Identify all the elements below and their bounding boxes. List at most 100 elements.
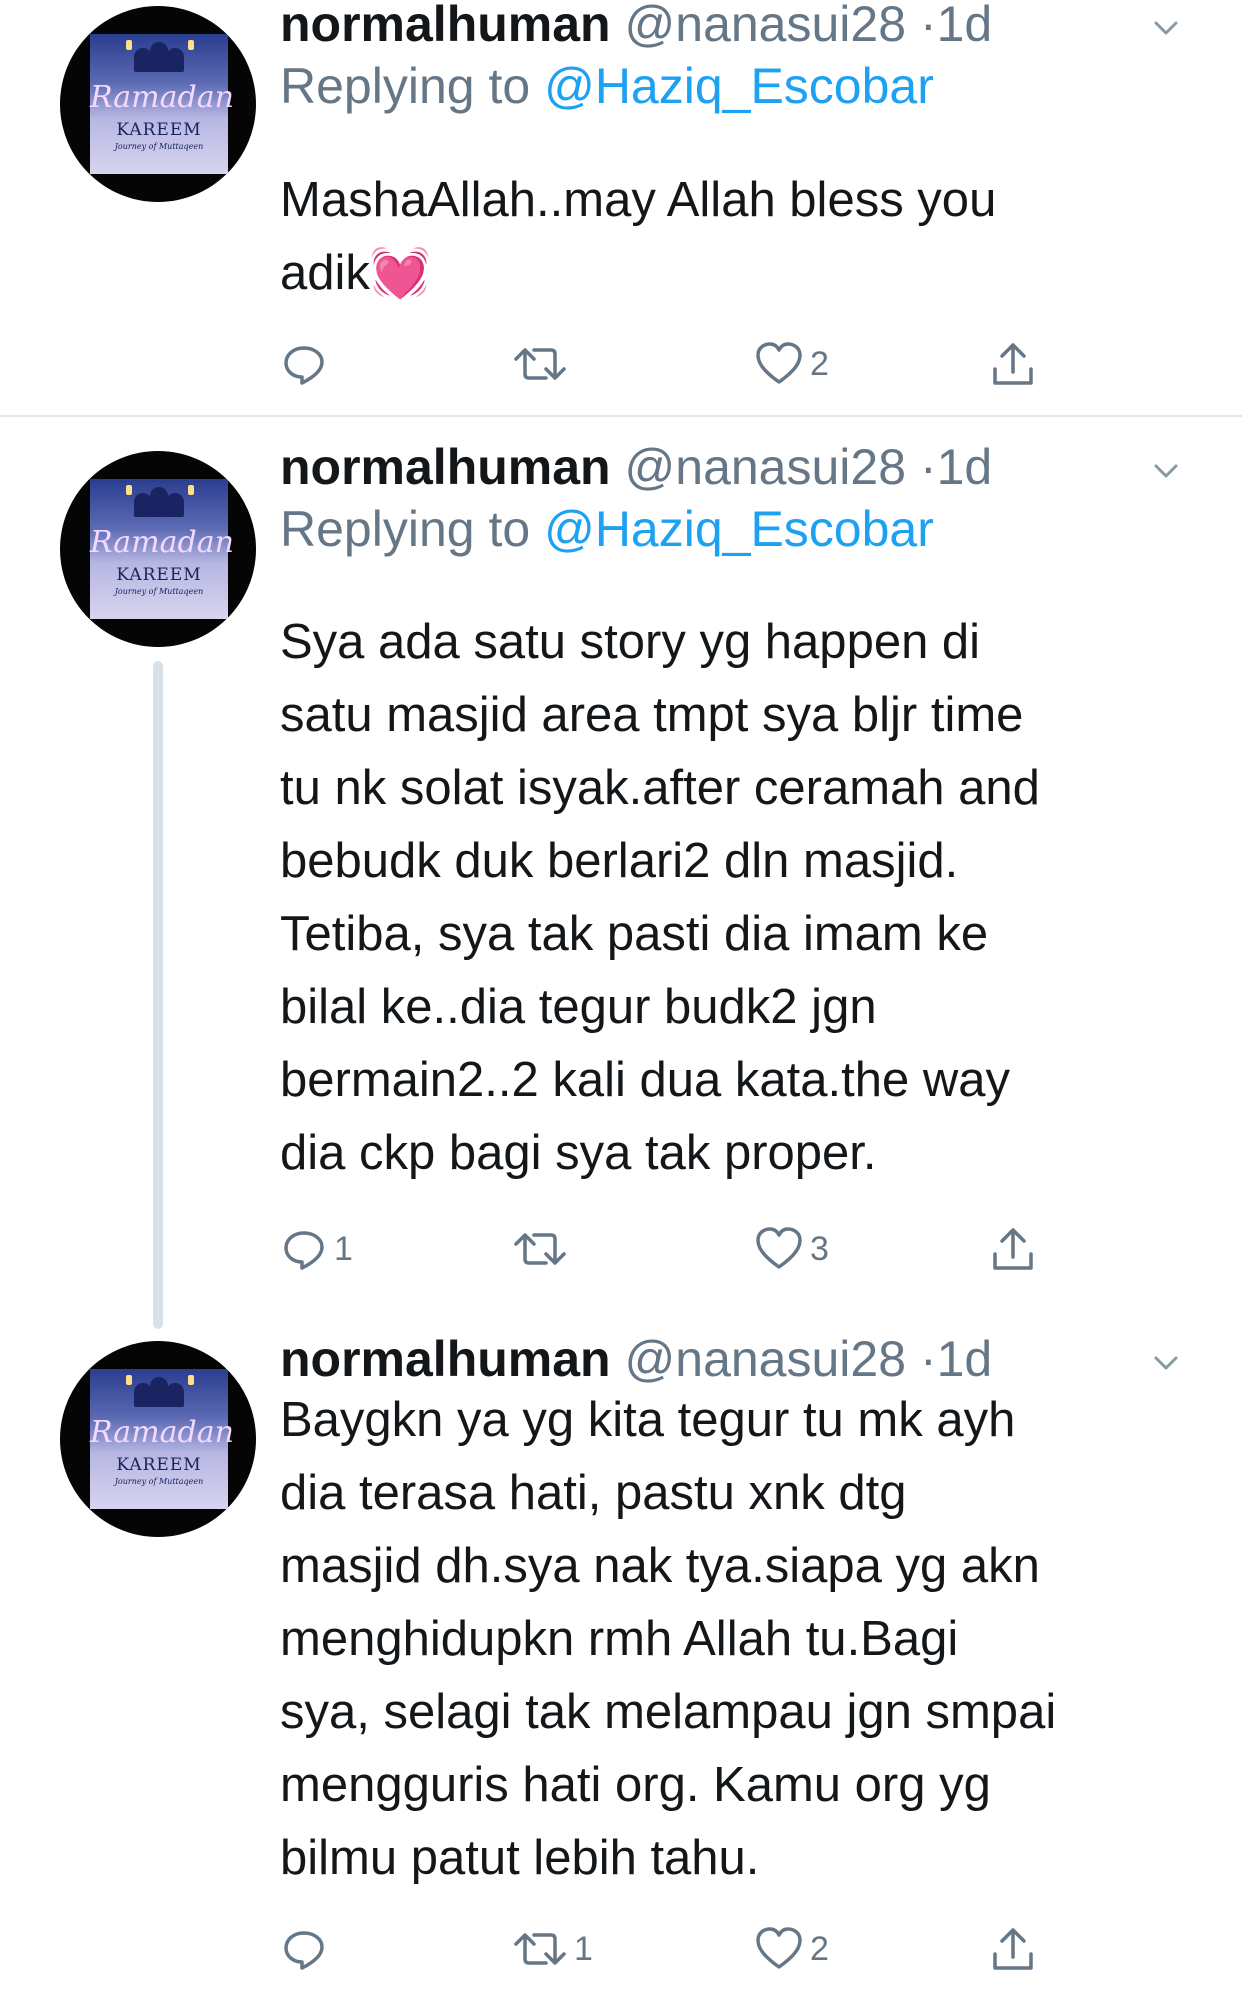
tweet-header: normalhuman @nanasui28 ·1d bbox=[280, 437, 992, 497]
reply-mention-link[interactable]: @Haziq_Escobar bbox=[544, 501, 934, 557]
avatar-script-text: Ramadan bbox=[90, 525, 234, 560]
avatar-image: Ramadan KAREEM Journey of Muttaqeen bbox=[90, 1369, 234, 1509]
reply-button[interactable] bbox=[280, 334, 334, 394]
tweet-actions: 1 2 bbox=[280, 1919, 1060, 1979]
tweet-text-line: tu nk solat isyak.after ceramah and bbox=[280, 761, 1040, 815]
avatar-title-text: KAREEM bbox=[116, 1455, 202, 1475]
tweet-text-line: MashaAllah..may Allah bless you bbox=[280, 173, 997, 227]
tweet-text: MashaAllah..may Allah bless you adik💓 bbox=[280, 164, 1210, 310]
reply-icon bbox=[284, 1231, 324, 1270]
tweet-text-line: bilmu patut lebih tahu. bbox=[280, 1831, 760, 1885]
tweet-text-line: Sya ada satu story yg happen di bbox=[280, 615, 981, 669]
retweet-button[interactable] bbox=[512, 1219, 574, 1279]
heart-icon bbox=[756, 1227, 802, 1269]
retweet-count: 1 bbox=[574, 1929, 593, 1968]
chevron-down-icon[interactable] bbox=[1148, 10, 1184, 46]
tweet-text-line: bermain2..2 kali dua kata.the way bbox=[280, 1053, 1010, 1107]
timestamp[interactable]: 1d bbox=[937, 439, 993, 495]
reply-mention-link[interactable]: @Haziq_Escobar bbox=[544, 58, 934, 114]
share-button[interactable] bbox=[988, 1219, 1038, 1279]
separator-dot: · bbox=[919, 439, 937, 495]
display-name[interactable]: normalhuman bbox=[280, 0, 611, 52]
tweet-text-line: dia ckp bagi sya tak proper. bbox=[280, 1126, 877, 1180]
tweet-text-line: dia terasa hati, pastu xnk dtg bbox=[280, 1466, 907, 1520]
replying-to-label: Replying to bbox=[280, 501, 531, 557]
avatar-title-text: KAREEM bbox=[116, 565, 202, 585]
reply-button[interactable] bbox=[280, 1919, 334, 1979]
tweet-header: normalhuman @nanasui28 ·1d bbox=[280, 1329, 992, 1389]
reply-icon bbox=[284, 1931, 324, 1970]
chevron-down-icon[interactable] bbox=[1148, 1345, 1184, 1381]
replying-to-label: Replying to bbox=[280, 58, 531, 114]
lantern-icon bbox=[126, 1375, 132, 1385]
separator-dot: · bbox=[919, 0, 937, 52]
mosque-dome-icon bbox=[166, 1383, 184, 1407]
timestamp[interactable]: 1d bbox=[937, 1331, 993, 1387]
heart-icon bbox=[756, 342, 802, 384]
tweet-header: normalhuman @nanasui28 ·1d bbox=[280, 0, 992, 54]
retweet-icon bbox=[514, 348, 566, 380]
share-button[interactable] bbox=[988, 1919, 1038, 1979]
chevron-down-icon[interactable] bbox=[1148, 453, 1184, 489]
reply-button[interactable]: 1 bbox=[280, 1219, 353, 1279]
tweet-actions: 1 3 bbox=[280, 1219, 1060, 1279]
replying-to: Replying to @Haziq_Escobar bbox=[280, 499, 934, 559]
tweet-text-line: bebudk duk berlari2 dln masjid. bbox=[280, 834, 959, 888]
mosque-dome-icon bbox=[166, 493, 184, 517]
avatar-image: Ramadan KAREEM Journey of Muttaqeen bbox=[90, 34, 234, 174]
like-button[interactable]: 2 bbox=[754, 1919, 829, 1979]
retweet-icon bbox=[514, 1233, 566, 1265]
share-icon bbox=[993, 343, 1033, 385]
user-handle[interactable]: @nanasui28 bbox=[625, 1331, 907, 1387]
tweet-text: Sya ada satu story yg happen di satu mas… bbox=[280, 606, 1210, 1190]
tweet-text-line: masjid dh.sya nak tya.siapa yg akn bbox=[280, 1539, 1040, 1593]
share-icon bbox=[993, 1928, 1033, 1970]
avatar[interactable]: Ramadan KAREEM Journey of Muttaqeen bbox=[60, 6, 256, 202]
retweet-button[interactable] bbox=[512, 334, 574, 394]
tweet-text: Baygkn ya yg kita tegur tu mk ayh dia te… bbox=[280, 1384, 1210, 1895]
avatar-subtitle-text: Journey of Muttaqeen bbox=[114, 1477, 204, 1486]
share-icon bbox=[993, 1228, 1033, 1270]
avatar[interactable]: Ramadan KAREEM Journey of Muttaqeen bbox=[60, 1341, 256, 1537]
tweet-text-line: Tetiba, sya tak pasti dia imam ke bbox=[280, 907, 989, 961]
avatar[interactable]: Ramadan KAREEM Journey of Muttaqeen bbox=[60, 451, 256, 647]
heart-icon bbox=[756, 1927, 802, 1969]
avatar-script-text: Ramadan bbox=[90, 80, 234, 115]
display-name[interactable]: normalhuman bbox=[280, 1331, 611, 1387]
reply-count: 1 bbox=[334, 1229, 353, 1268]
retweet-icon bbox=[514, 1933, 566, 1965]
like-count: 2 bbox=[810, 1929, 829, 1968]
display-name[interactable]: normalhuman bbox=[280, 439, 611, 495]
like-count: 2 bbox=[810, 344, 829, 383]
lantern-icon bbox=[126, 40, 132, 50]
tweet-text-line: sya, selagi tak melampau jgn smpai bbox=[280, 1685, 1057, 1739]
tweet-text-line: adik💓 bbox=[280, 246, 431, 300]
tweet-actions: 2 bbox=[280, 334, 1060, 394]
retweet-button[interactable]: 1 bbox=[512, 1919, 593, 1979]
like-button[interactable]: 3 bbox=[754, 1219, 829, 1279]
lantern-icon bbox=[188, 1375, 194, 1385]
avatar-image: Ramadan KAREEM Journey of Muttaqeen bbox=[90, 479, 234, 619]
thread-connector bbox=[153, 661, 163, 1329]
avatar-title-text: KAREEM bbox=[116, 120, 202, 140]
lantern-icon bbox=[188, 40, 194, 50]
like-button[interactable]: 2 bbox=[754, 334, 829, 394]
timestamp[interactable]: 1d bbox=[937, 0, 993, 52]
mosque-dome-icon bbox=[166, 48, 184, 72]
like-count: 3 bbox=[810, 1229, 829, 1268]
replying-to: Replying to @Haziq_Escobar bbox=[280, 56, 934, 116]
avatar-subtitle-text: Journey of Muttaqeen bbox=[114, 142, 204, 151]
avatar-script-text: Ramadan bbox=[90, 1415, 234, 1450]
user-handle[interactable]: @nanasui28 bbox=[625, 439, 907, 495]
share-button[interactable] bbox=[988, 334, 1038, 394]
tweet-text-line: bilal ke..dia tegur budk2 jgn bbox=[280, 980, 877, 1034]
tweet-text-line: menghidupkn rmh Allah tu.Bagi bbox=[280, 1612, 959, 1666]
tweet-text-line: satu masjid area tmpt sya bljr time bbox=[280, 688, 1024, 742]
avatar-subtitle-text: Journey of Muttaqeen bbox=[114, 587, 204, 596]
tweet-divider bbox=[0, 415, 1242, 417]
lantern-icon bbox=[188, 485, 194, 495]
separator-dot: · bbox=[919, 1331, 937, 1387]
reply-icon bbox=[284, 346, 324, 385]
tweet-text-line: Baygkn ya yg kita tegur tu mk ayh bbox=[280, 1393, 1016, 1447]
user-handle[interactable]: @nanasui28 bbox=[625, 0, 907, 52]
